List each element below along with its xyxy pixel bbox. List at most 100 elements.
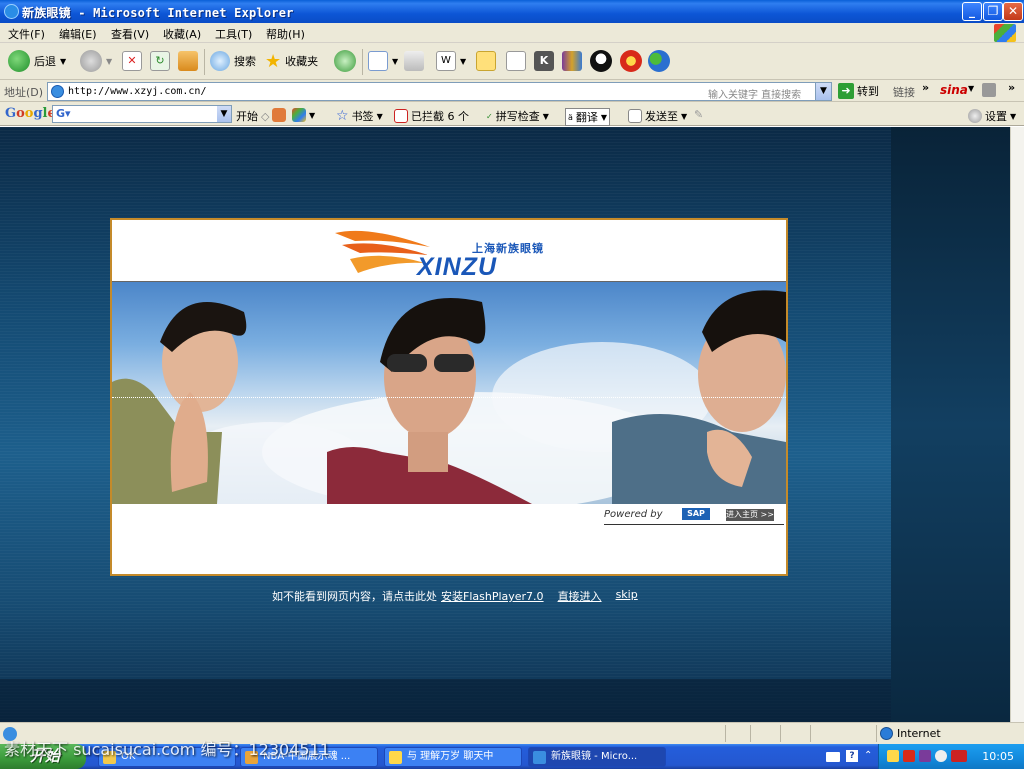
menu-tools[interactable]: 工具(T) [215,26,252,42]
qq-tray-icon[interactable] [887,750,899,762]
google-search-input[interactable]: G▾ ▼ [52,105,232,123]
search-button[interactable]: 搜索 [210,49,256,73]
ati-tray-icon[interactable] [951,750,967,762]
chevron-icon[interactable]: » [1008,81,1015,94]
flash-frame[interactable]: 上海新族眼镜 XINZU Powered by SAP 进入主页 >> [110,218,788,576]
arrows-icon: ◇ [261,109,270,123]
translate-button[interactable]: ä 翻译 ▼ [565,108,611,126]
enter-home-button[interactable]: 进入主页 >> [726,509,774,521]
forward-arrow-icon [80,50,102,72]
weibo-button[interactable] [620,49,642,73]
mail-button[interactable]: ▼ [368,49,398,73]
news-button[interactable] [272,108,286,122]
security-zone: Internet [880,727,941,740]
pencil-icon: ✎ [694,108,704,121]
restore-button[interactable]: ❐ [983,2,1003,21]
stop-button[interactable]: ✕ [122,49,142,73]
powered-by-text: Powered by [604,509,663,520]
tray-chevron-icon[interactable]: ⌃ [864,750,872,761]
task-chat[interactable]: 与 理解万岁 聊天中 [384,747,522,767]
ie-icon [533,751,546,764]
note-button[interactable] [476,49,496,73]
send-to-button[interactable]: 发送至 ▼ [628,108,687,124]
msn-button[interactable] [648,49,670,73]
address-dropdown-icon[interactable]: ▼ [815,83,831,100]
qq-button[interactable] [590,49,612,73]
search-icon [210,51,230,71]
minimize-button[interactable]: _ [962,2,982,21]
system-tray: 10:05 [878,744,1024,769]
flash-notice: 如不能看到网页内容，请点击此处 安装FlashPlayer7.0 直接进入 sk… [272,588,638,604]
history-button[interactable] [334,49,356,73]
send-icon [628,109,642,123]
menu-favorites[interactable]: 收藏(A) [163,26,201,42]
back-button[interactable]: 后退 ▼ [8,49,66,73]
skip-link[interactable]: skip [616,588,638,604]
vertical-scrollbar[interactable] [1010,127,1024,722]
close-button[interactable]: ✕ [1003,2,1023,21]
links-button[interactable]: 链接 [893,84,915,100]
spellcheck-button[interactable]: ✓ 拼写检查 ▼ [486,108,549,124]
print-icon [404,51,424,71]
google-search-dropdown-icon[interactable]: ▼ [217,106,231,122]
sap-logo: SAP [682,508,710,520]
rar-icon [562,51,582,71]
volume-tray-icon[interactable] [935,750,947,762]
popup-blocker-button[interactable]: 已拦截 6 个 [394,108,469,124]
page-icon [51,85,64,98]
menu-bar: 文件(F) 编辑(E) 查看(V) 收藏(A) 工具(T) 帮助(H) [0,23,1024,43]
menu-view[interactable]: 查看(V) [111,26,149,42]
address-input[interactable]: http://www.xzyj.com.cn/ 输入关键字 直接搜索 ▼ [47,82,832,101]
windows-logo-icon [994,24,1016,42]
pagerank-button[interactable]: ▼ [292,108,315,122]
bookmarks-button[interactable]: ☆ 书签 ▼ [336,108,383,124]
google-search-start-button[interactable]: 开始 ◇ [236,108,269,124]
forward-button[interactable]: ▼ [80,49,112,73]
go-button[interactable]: ➜ 转到 [838,83,879,99]
highlight-button[interactable]: ✎ [694,108,703,121]
address-label: 地址(D) [4,86,44,99]
shield-tray-icon[interactable] [919,750,931,762]
refresh-button[interactable]: ↻ [150,49,170,73]
help-icon[interactable]: ? [846,750,858,762]
print-button[interactable] [404,49,424,73]
messenger-button[interactable] [506,49,526,73]
k-tray-icon[interactable] [903,750,915,762]
rar-button[interactable] [562,49,582,73]
msn-icon [648,50,670,72]
models-photo [112,290,786,504]
search-hint: 输入关键字 直接搜索 [708,90,802,101]
menu-edit[interactable]: 编辑(E) [59,26,97,42]
sina-dropdown-icon[interactable]: ▼ [968,84,974,93]
task-xinzu[interactable]: 新族眼镜 - Micro... [528,747,666,767]
google-logo[interactable]: Google [5,106,56,121]
ie-icon [4,4,19,19]
settings-button[interactable]: 设置 ▼ [968,108,1016,124]
refresh-icon: ↻ [150,51,170,71]
news-icon [272,108,286,122]
enter-direct-link[interactable]: 直接进入 [558,588,602,604]
edit-button[interactable]: W ▼ [436,49,466,73]
tools-icon[interactable] [982,83,996,97]
chevron-icon[interactable]: » [922,81,929,94]
google-g-icon: G▾ [56,107,71,120]
menu-file[interactable]: 文件(F) [8,26,45,42]
keyboard-icon[interactable] [826,752,840,762]
dotted-line [112,397,786,398]
title-bar: 新族眼镜 - Microsoft Internet Explorer _ ❐ ✕ [0,0,1024,23]
favorites-button[interactable]: ★ 收藏夹 [265,49,318,73]
clock[interactable]: 10:05 [982,750,1014,763]
home-button[interactable] [178,49,198,73]
menu-help[interactable]: 帮助(H) [266,26,305,42]
k-icon: K [534,51,554,71]
star-icon: ★ [265,50,282,72]
logo-english-text: XINZU [417,253,497,281]
k-button[interactable]: K [534,49,554,73]
bottom-strip [0,679,891,722]
home-icon [178,51,198,71]
install-flash-link[interactable]: 安装FlashPlayer7.0 [441,588,544,604]
sina-logo[interactable]: sina [940,83,968,97]
note-icon [476,51,496,71]
page-content: 上海新族眼镜 XINZU Powered by SAP 进入主页 >> 如不能看… [0,127,1010,722]
popup-blocked-icon [394,109,408,123]
